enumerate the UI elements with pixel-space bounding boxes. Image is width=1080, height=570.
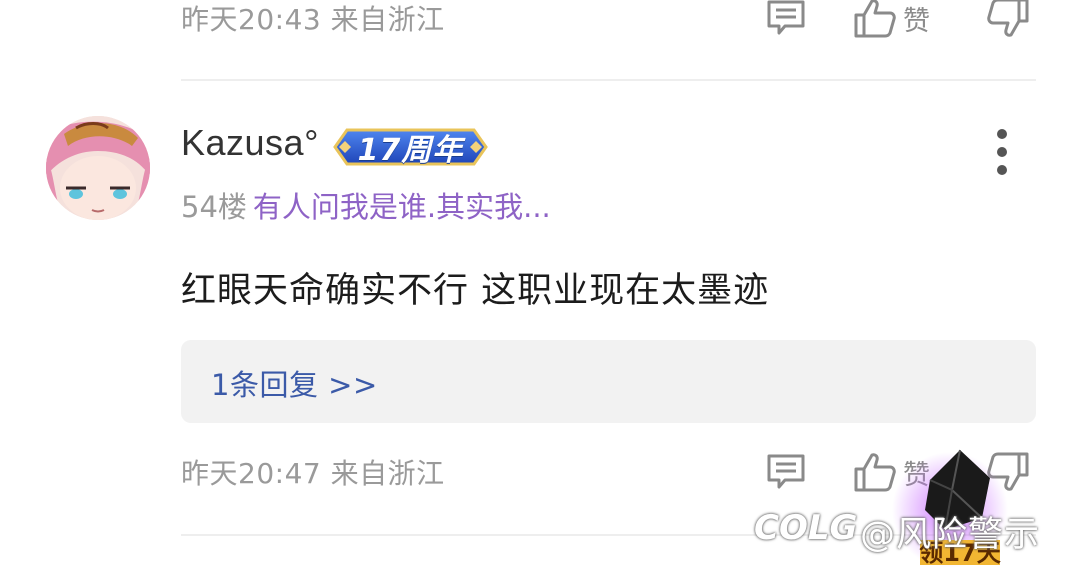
comment-content: 红眼天命确实不行 这职业现在太墨迹: [181, 271, 770, 311]
thumbs-up-icon: [854, 0, 896, 38]
prev-time-location: 昨天20:43 来自浙江: [181, 3, 445, 36]
reply-link[interactable]: 1条回复 >>: [211, 362, 378, 404]
username[interactable]: Kazusa°: [181, 122, 319, 164]
comment-meta: 昨天20:47 来自浙江: [181, 450, 445, 494]
time-location: 昨天20:47 来自浙江: [181, 457, 445, 490]
floor-number: 54楼: [181, 190, 247, 224]
prev-reply-button[interactable]: [765, 0, 807, 38]
badge-label: 17周年: [357, 133, 464, 168]
avatar[interactable]: [46, 116, 150, 220]
prev-comment-actions: 赞: [765, 0, 1030, 40]
reply-button[interactable]: [765, 452, 807, 492]
floor-row: 54楼 有人问我是谁.其实我...: [181, 184, 551, 226]
prev-like-button[interactable]: 赞: [853, 0, 930, 39]
comment-divider: [181, 79, 1036, 81]
comment-icon: [767, 454, 805, 489]
colg-logo: COLG: [754, 508, 858, 548]
more-vertical-icon[interactable]: [984, 124, 1020, 180]
thumbs-down-icon: [987, 0, 1029, 37]
user-title: 有人问我是谁.其实我...: [252, 190, 551, 224]
anniversary-badge: 17周年: [333, 126, 488, 168]
reply-box[interactable]: 1条回复 >>: [181, 340, 1036, 423]
watermark-text: @风险警示: [860, 515, 1041, 555]
avatar-image: [46, 116, 150, 220]
comment-icon: [767, 0, 805, 35]
prev-like-label: 赞: [903, 5, 930, 37]
prev-dislike-button[interactable]: [986, 0, 1030, 39]
prev-comment-meta: 昨天20:43 来自浙江: [181, 0, 445, 40]
